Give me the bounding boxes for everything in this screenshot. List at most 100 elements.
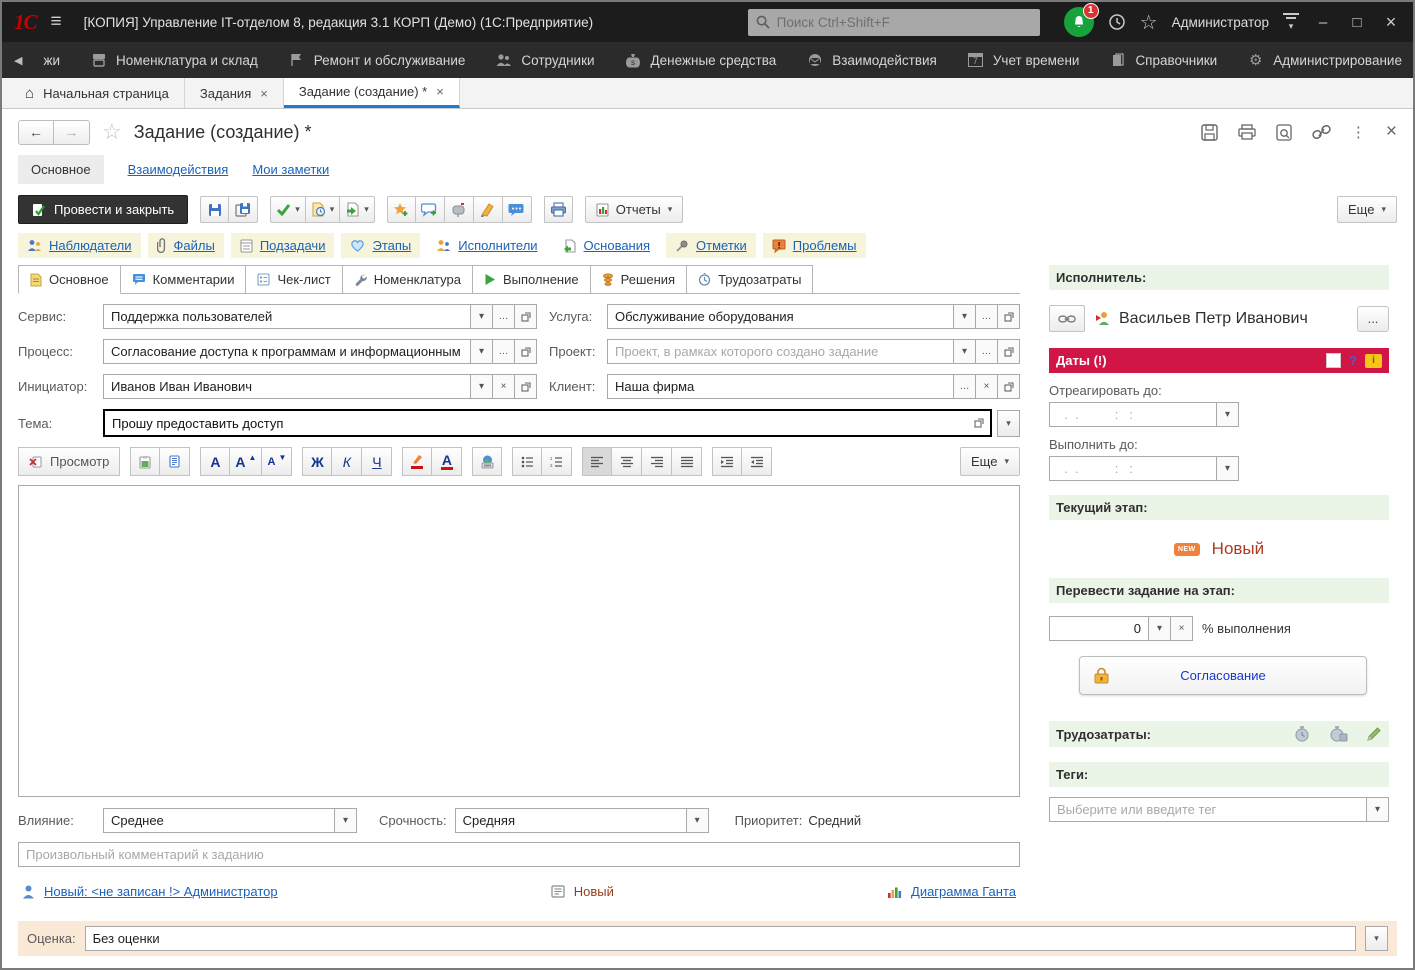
menubar-item-clipped[interactable]: жи — [28, 42, 75, 78]
process-dropdown-icon[interactable]: ▾ — [471, 339, 493, 364]
initiator-open-icon[interactable] — [515, 374, 537, 399]
chat-button[interactable] — [503, 196, 532, 223]
back-button[interactable]: ← — [18, 120, 54, 145]
indent-increase-button[interactable] — [712, 447, 742, 476]
menubar-item-money[interactable]: s Денежные средства — [610, 42, 792, 78]
menubar-item-admin[interactable]: ⚙ Администрирование — [1232, 42, 1415, 78]
global-search-input[interactable]: Поиск Ctrl+Shift+F — [748, 9, 1040, 36]
cmd-files[interactable]: Файлы — [148, 233, 224, 258]
subject-dropdown-button[interactable]: ▾ — [997, 410, 1020, 437]
editor-more-button[interactable]: Еще ▾ — [960, 447, 1020, 476]
font-button[interactable]: A — [200, 447, 230, 476]
dates-info-icon[interactable]: i — [1365, 354, 1382, 368]
percent-input[interactable] — [1050, 617, 1148, 640]
navlink-main[interactable]: Основное — [18, 155, 104, 184]
document-state-link[interactable]: Новый: <не записан !> Администратор — [44, 884, 278, 899]
create-based-on-button[interactable]: ▾ — [340, 196, 375, 223]
tags-input[interactable] — [1050, 798, 1366, 821]
dates-checkbox[interactable] — [1326, 353, 1341, 368]
align-left-button[interactable] — [582, 447, 612, 476]
font-increase-button[interactable]: A▲ — [230, 447, 262, 476]
close-tab-icon[interactable]: × — [436, 84, 444, 99]
executor-name[interactable]: Васильев Петр Иванович — [1095, 310, 1347, 328]
subject-open-icon[interactable] — [968, 411, 990, 435]
minimize-button[interactable]: – — [1313, 14, 1333, 31]
underline-button[interactable]: Ч — [362, 447, 392, 476]
service-choose-button[interactable]: … — [493, 304, 515, 329]
tab-execution[interactable]: Выполнение — [473, 265, 591, 293]
format-doc-button[interactable] — [160, 447, 190, 476]
more-button[interactable]: Еще ▾ — [1337, 196, 1397, 223]
font-decrease-button[interactable]: A▼ — [262, 447, 292, 476]
do-until-input[interactable] — [1050, 457, 1216, 480]
percent-dropdown-icon[interactable]: ▾ — [1149, 616, 1171, 641]
usluga-open-icon[interactable] — [998, 304, 1020, 329]
gantt-chart-link[interactable]: Диаграмма Ганта — [911, 884, 1016, 899]
executor-link-button[interactable] — [1049, 305, 1085, 332]
align-right-button[interactable] — [642, 447, 672, 476]
favorites-star-icon[interactable]: ☆ — [1140, 10, 1158, 35]
highlight-color-button[interactable] — [402, 447, 432, 476]
cmd-subtasks[interactable]: Подзадачи — [231, 233, 335, 258]
close-form-icon[interactable]: × — [1386, 121, 1397, 143]
usluga-choose-button[interactable]: … — [976, 304, 998, 329]
preview-icon[interactable] — [1276, 124, 1292, 141]
percent-clear-icon[interactable]: × — [1171, 616, 1193, 641]
postpone-button[interactable]: ▾ — [306, 196, 341, 223]
align-justify-button[interactable] — [672, 447, 702, 476]
bullet-list-button[interactable] — [512, 447, 542, 476]
service-dropdown-icon[interactable]: ▾ — [471, 304, 493, 329]
menubar-item-warehouse[interactable]: Номенклатура и склад — [75, 42, 273, 78]
notifications-bell-button[interactable]: 1 — [1064, 7, 1094, 37]
usluga-dropdown-icon[interactable]: ▾ — [954, 304, 976, 329]
menubar-item-interactions[interactable]: Взаимодействия — [791, 42, 952, 78]
usluga-input[interactable] — [608, 305, 953, 328]
client-choose-button[interactable]: … — [954, 374, 976, 399]
font-color-button[interactable]: A — [432, 447, 462, 476]
initiator-clear-icon[interactable]: × — [493, 374, 515, 399]
tags-dropdown-icon[interactable]: ▾ — [1367, 797, 1389, 822]
project-dropdown-icon[interactable]: ▾ — [954, 339, 976, 364]
dates-help-icon[interactable]: ? — [1349, 353, 1357, 368]
italic-button[interactable]: К — [332, 447, 362, 476]
react-until-input[interactable] — [1050, 403, 1216, 426]
forward-button[interactable]: → — [54, 120, 90, 145]
navlink-my-notes[interactable]: Мои заметки — [252, 162, 329, 177]
preview-toggle-button[interactable]: Просмотр — [18, 447, 120, 476]
menubar-item-reference[interactable]: Справочники — [1094, 42, 1232, 78]
approve-stage-button[interactable]: Согласование — [1079, 656, 1367, 695]
mailbox-button[interactable] — [445, 196, 474, 223]
initiator-input[interactable] — [104, 375, 470, 398]
paste-button[interactable] — [130, 447, 160, 476]
tab-labor[interactable]: Трудозатраты — [687, 265, 813, 293]
cmd-grounds[interactable]: Основания — [554, 233, 660, 258]
maximize-button[interactable]: □ — [1347, 14, 1367, 31]
history-icon[interactable] — [1108, 13, 1126, 31]
save-icon[interactable] — [1201, 124, 1218, 141]
project-choose-button[interactable]: … — [976, 339, 998, 364]
cmd-stages[interactable]: Этапы — [341, 233, 420, 258]
complete-task-button[interactable]: ▾ — [270, 196, 306, 223]
cmd-problems[interactable]: Проблемы — [763, 233, 866, 258]
client-clear-icon[interactable]: × — [976, 374, 998, 399]
react-until-calendar-icon[interactable]: ▾ — [1217, 402, 1239, 427]
labor-timer-save-icon[interactable] — [1329, 726, 1348, 742]
project-input[interactable] — [608, 340, 953, 363]
main-menu-hamburger-icon[interactable]: ≡ — [51, 11, 62, 33]
highlight-button[interactable] — [474, 196, 503, 223]
do-until-calendar-icon[interactable]: ▾ — [1217, 456, 1239, 481]
close-tab-icon[interactable]: × — [260, 86, 268, 101]
post-and-close-button[interactable]: Провести и закрыть — [18, 195, 188, 224]
navlink-interactions[interactable]: Взаимодействия — [128, 162, 229, 177]
rating-dropdown-button[interactable]: ▾ — [1365, 926, 1388, 951]
tab-task-create[interactable]: Задание (создание) * × — [284, 78, 460, 108]
subject-input[interactable] — [105, 411, 968, 435]
menubar-item-repair[interactable]: Ремонт и обслуживание — [273, 42, 481, 78]
process-open-icon[interactable] — [515, 339, 537, 364]
save-and-close-button[interactable] — [229, 196, 258, 223]
executor-choose-button[interactable]: ... — [1357, 306, 1389, 332]
current-user[interactable]: Администратор — [1172, 15, 1269, 30]
get-link-icon[interactable] — [1312, 125, 1331, 140]
tab-decisions[interactable]: Решения — [591, 265, 687, 293]
bold-button[interactable]: Ж — [302, 447, 332, 476]
